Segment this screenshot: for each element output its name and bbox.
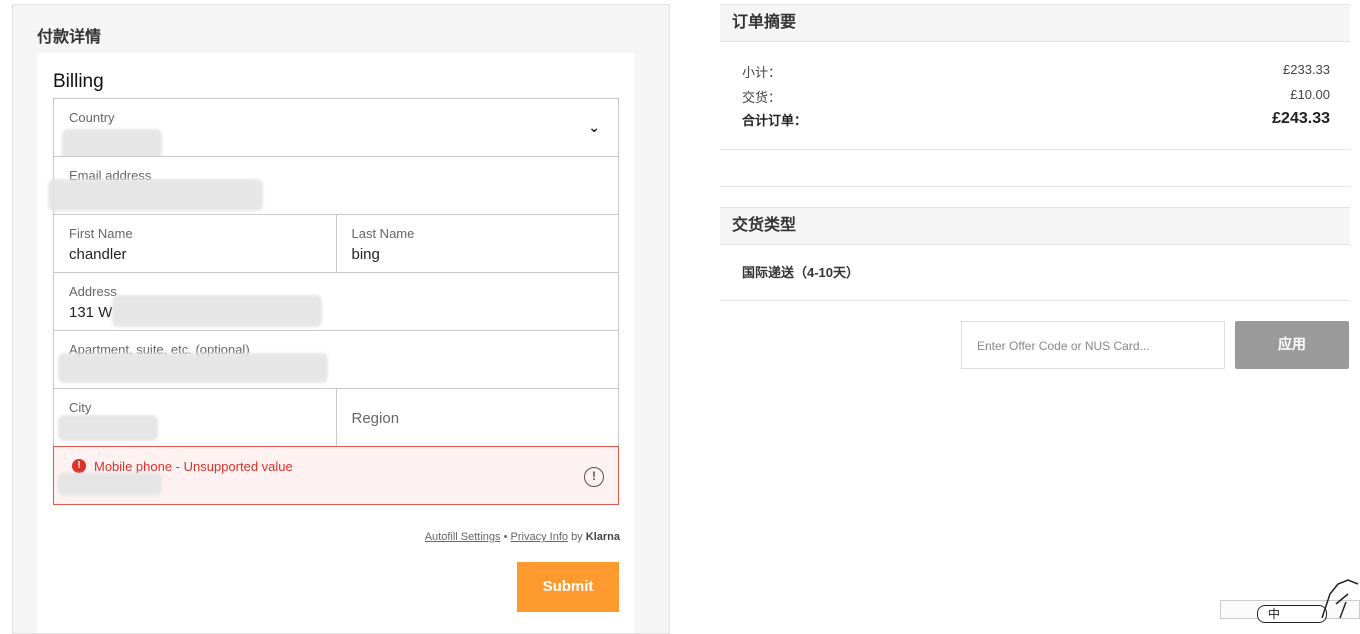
total-label: 合计订单： <box>742 113 808 128</box>
privacy-info-link[interactable]: Privacy Info <box>511 531 568 543</box>
first-name-value: chandler <box>69 246 127 263</box>
ime-language-toggle[interactable]: 中 <box>1257 605 1327 623</box>
offer-code-input[interactable]: Enter Offer Code or NUS Card... <box>961 321 1225 369</box>
error-icon: ! <box>72 459 86 473</box>
mascot-icon <box>1321 579 1359 619</box>
email-field[interactable]: Email address <box>48 156 619 215</box>
subtotal-label: 小计： <box>742 65 782 80</box>
klarna-legal: Autofill Settings • Privacy Info by Klar… <box>425 531 620 543</box>
first-name-label: First Name <box>69 226 133 241</box>
redacted-value <box>58 415 158 441</box>
delivery-type: 国际递送（4-10天） <box>720 245 1350 301</box>
redacted-value <box>48 179 263 211</box>
first-name-field[interactable]: First Name chandler <box>53 214 337 273</box>
billing-card: Billing Country ⌄ Email address First Na… <box>37 53 634 633</box>
klarna-brand: Klarna <box>585 531 620 543</box>
order-summary: 小计： £233.33 交货： £10.00 合计订单： £243.33 <box>720 42 1350 150</box>
name-row: First Name chandler Last Name bing <box>53 214 619 273</box>
order-panel: 订单摘要 小计： £233.33 交货： £10.00 合计订单： £243.3… <box>720 4 1350 301</box>
last-name-field[interactable]: Last Name bing <box>335 214 619 273</box>
error-message: Mobile phone - Unsupported value <box>94 459 293 474</box>
redacted-value <box>112 295 322 327</box>
region-placeholder: Region <box>351 410 400 427</box>
last-name-label: Last Name <box>351 226 415 241</box>
subtotal-value: £233.33 <box>1283 62 1330 77</box>
divider <box>720 150 1350 187</box>
city-region-row: City Region <box>53 388 619 447</box>
last-name-value: bing <box>351 246 380 263</box>
billing-title: Billing <box>53 71 104 92</box>
submit-button[interactable]: Submit <box>517 562 619 612</box>
address-value: 131 W <box>69 304 113 321</box>
apply-button[interactable]: 应用 <box>1235 321 1349 369</box>
city-label: City <box>69 400 92 415</box>
address-field[interactable]: Address 131 W <box>53 272 619 331</box>
order-summary-title: 订单摘要 <box>720 4 1350 42</box>
redacted-value <box>58 353 328 383</box>
region-field[interactable]: Region <box>335 388 619 447</box>
total-value: £243.33 <box>1272 110 1330 127</box>
city-field[interactable]: City <box>53 388 337 447</box>
chevron-down-icon: ⌄ <box>588 119 600 135</box>
billing-form: Country ⌄ Email address First Name chand… <box>48 98 619 505</box>
total-row: 合计订单： £243.33 <box>742 110 1330 129</box>
warning-circle-icon: ! <box>584 467 604 487</box>
delivery-option[interactable]: 国际递送（4-10天） <box>742 262 859 281</box>
delivery-label: 交货： <box>742 90 782 105</box>
delivery-type-title: 交货类型 <box>720 207 1350 245</box>
mobile-phone-field[interactable]: ! Mobile phone - Unsupported value ! <box>53 446 619 505</box>
delivery-row: 交货： £10.00 <box>742 87 1330 106</box>
payment-details-panel: 付款详情 Billing Country ⌄ Email address Fir… <box>12 4 670 634</box>
subtotal-row: 小计： £233.33 <box>742 62 1330 81</box>
legal-by: by <box>571 531 583 543</box>
address-label: Address <box>69 284 117 299</box>
apartment-field[interactable]: Apartment, suite, etc. (optional) <box>53 330 619 389</box>
payment-details-title: 付款详情 <box>37 29 102 46</box>
country-select[interactable]: Country ⌄ <box>53 98 619 161</box>
autofill-settings-link[interactable]: Autofill Settings <box>425 531 501 543</box>
delivery-value: £10.00 <box>1290 87 1330 102</box>
country-label: Country <box>69 110 115 125</box>
legal-separator: • <box>503 531 508 543</box>
redacted-value <box>58 473 162 495</box>
